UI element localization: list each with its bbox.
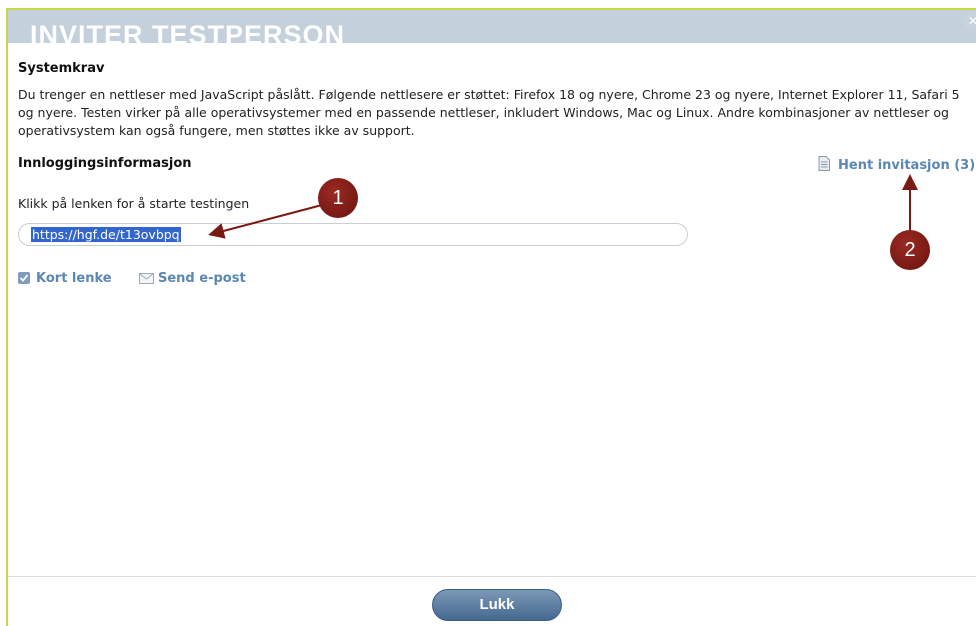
close-button[interactable]: Lukk [432, 589, 562, 621]
annotation-marker-2: 2 [890, 230, 930, 270]
system-requirements-text: Du trenger en nettleser med JavaScript p… [18, 87, 960, 138]
get-invitation-link[interactable]: Hent invitasjon (3) [818, 156, 975, 175]
send-email-option[interactable]: Send e-post [139, 271, 246, 288]
mail-icon [139, 273, 154, 288]
invitation-link-field[interactable]: https://hgf.de/t13ovbpq [18, 223, 688, 246]
close-icon[interactable]: ✕ [964, 12, 976, 30]
click-link-label: Klikk på lenken for å starte testingen [18, 196, 250, 211]
login-info-heading: Innloggingsinformasjon [18, 156, 192, 171]
checkbox-icon[interactable] [18, 272, 30, 284]
get-invitation-label: Hent invitasjon (3) [838, 158, 976, 173]
dialog-title: INVITER TESTPERSON [30, 20, 346, 43]
short-link-label: Kort lenke [36, 271, 112, 286]
document-icon [818, 156, 830, 175]
system-requirements-heading: Systemkrav [18, 61, 105, 76]
footer-divider [8, 576, 976, 577]
annotation-marker-1: 1 [318, 178, 358, 218]
short-link-option[interactable]: Kort lenke [18, 271, 112, 286]
send-email-label: Send e-post [158, 271, 246, 286]
invitation-link-text[interactable]: https://hgf.de/t13ovbpq [31, 227, 181, 242]
invite-dialog: INVITER TESTPERSON ✕ Systemkrav Du treng… [6, 8, 976, 626]
dialog-titlebar: INVITER TESTPERSON [8, 10, 976, 43]
